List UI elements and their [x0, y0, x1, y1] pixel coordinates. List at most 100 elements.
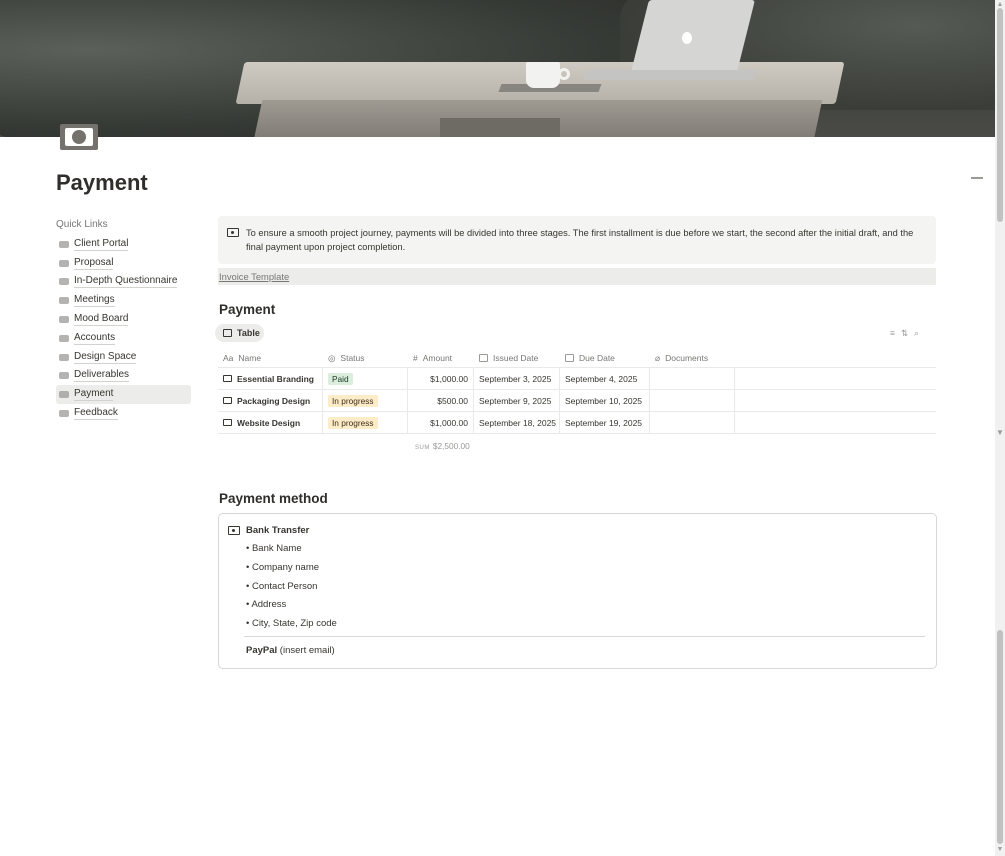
sidebar-item-questionnaire[interactable]: In-Depth Questionnaire	[56, 273, 191, 292]
paypal-label: PayPal	[246, 645, 278, 656]
row-documents[interactable]	[650, 368, 735, 389]
column-spacer	[735, 349, 936, 367]
row-issued-date[interactable]: September 18, 2025	[474, 412, 560, 433]
cover-laptop-base	[583, 70, 757, 80]
status-badge: Paid	[328, 372, 353, 385]
quick-links-heading: Quick Links	[56, 219, 108, 230]
link-icon	[58, 258, 70, 269]
row-status[interactable]: In progress	[323, 412, 408, 433]
row-issued-date[interactable]: September 3, 2025	[474, 368, 560, 389]
database-toolbar: ≡⇅⌕	[890, 328, 925, 339]
sum-label: SUM	[415, 445, 430, 451]
column-amount[interactable]: # Amount	[408, 349, 474, 367]
row-amount[interactable]: $500.00	[408, 390, 474, 411]
link-icon	[58, 333, 70, 344]
row-spacer	[735, 412, 936, 433]
row-documents[interactable]	[650, 412, 735, 433]
payment-method-heading: Payment method	[219, 491, 328, 506]
row-due-date[interactable]: September 4, 2025	[560, 368, 650, 389]
sidebar-item-mood-board[interactable]: Mood Board	[56, 310, 191, 329]
calendar-icon	[479, 354, 488, 362]
list-item: • Bank Name	[246, 543, 302, 554]
row-status[interactable]: Paid	[323, 368, 408, 389]
row-due-date[interactable]: September 10, 2025	[560, 390, 650, 411]
row-spacer	[735, 390, 936, 411]
row-name[interactable]: Packaging Design	[218, 390, 323, 411]
status-badge: In progress	[328, 416, 378, 429]
row-name[interactable]: Website Design	[218, 412, 323, 433]
cover-table-leg	[440, 118, 560, 137]
sidebar-item-meetings[interactable]: Meetings	[56, 291, 191, 310]
cover-cup-handle	[558, 68, 570, 80]
paypal-line: PayPal (insert email)	[246, 645, 335, 656]
column-status[interactable]: ◎ Status	[323, 349, 408, 367]
row-spacer	[735, 368, 936, 389]
money-icon	[227, 228, 239, 237]
column-issued-date[interactable]: Issued Date	[474, 349, 560, 367]
money-icon[interactable]	[60, 124, 98, 150]
bank-transfer-title: Bank Transfer	[246, 525, 310, 536]
link-icon	[58, 352, 70, 363]
scrollbar-thumb[interactable]	[997, 8, 1003, 222]
link-icon	[58, 276, 70, 287]
divider	[244, 636, 925, 637]
table-row[interactable]: Essential Branding Paid $1,000.00 Septem…	[218, 368, 936, 390]
row-documents[interactable]	[650, 390, 735, 411]
sort-icon[interactable]: ⇅	[901, 328, 914, 338]
cover-image	[0, 0, 995, 137]
sum-value: $2,500.00	[432, 441, 470, 451]
list-item: • Contact Person	[246, 580, 318, 592]
filter-icon[interactable]: ≡	[890, 328, 901, 338]
scroll-up-arrow-icon[interactable]: ▲	[996, 1, 1004, 8]
list-item: • Company name	[246, 561, 320, 573]
scrollbar-thumb-lower[interactable]	[997, 630, 1003, 844]
row-amount[interactable]: $1,000.00	[408, 412, 474, 433]
list-item: • City, State, Zip code	[246, 618, 337, 630]
callout: To ensure a smooth project journey, paym…	[218, 216, 936, 264]
row-name[interactable]: Essential Branding	[218, 368, 323, 389]
column-due-date[interactable]: Due Date	[560, 349, 650, 367]
link-icon	[58, 295, 70, 306]
sidebar-item-accounts[interactable]: Accounts	[56, 329, 191, 348]
amount-sum[interactable]: SUM $2,500.00	[415, 441, 470, 451]
row-status[interactable]: In progress	[323, 390, 408, 411]
payment-heading: Payment	[219, 302, 276, 317]
column-documents[interactable]: ⌀ Documents	[650, 349, 735, 367]
sidebar-item-client-portal[interactable]: Client Portal	[56, 235, 191, 254]
row-amount[interactable]: $1,000.00	[408, 368, 474, 389]
paypal-note: (insert email)	[277, 645, 335, 656]
sidebar-item-payment[interactable]: Payment	[56, 385, 191, 405]
table-of-contents-indicator[interactable]	[971, 177, 983, 179]
link-icon	[58, 239, 70, 250]
sidebar-item-feedback[interactable]: Feedback	[56, 404, 191, 423]
cover-laptop	[631, 0, 755, 72]
row-issued-date[interactable]: September 9, 2025	[474, 390, 560, 411]
paperclip-icon: ⌀	[655, 352, 661, 363]
invoice-template-label[interactable]: Invoice Template	[219, 271, 289, 282]
money-icon	[223, 419, 232, 426]
callout-text: To ensure a smooth project journey, paym…	[246, 228, 914, 252]
chevron-down-icon: ▼	[996, 428, 1004, 437]
scroll-down-arrow-icon[interactable]: ▼	[996, 846, 1004, 853]
table-row[interactable]: Packaging Design In progress $500.00 Sep…	[218, 390, 936, 412]
link-icon	[58, 389, 70, 400]
payment-method-callout: Bank Transfer • Bank Name • Company name…	[218, 513, 937, 669]
row-due-date[interactable]: September 19, 2025	[560, 412, 650, 433]
sidebar-item-design-space[interactable]: Design Space	[56, 348, 191, 367]
money-icon	[228, 526, 240, 535]
column-name[interactable]: Aa Name	[218, 349, 323, 367]
table-row[interactable]: Website Design In progress $1,000.00 Sep…	[218, 412, 936, 434]
quick-links: Quick Links Client Portal Proposal In-De…	[56, 217, 191, 423]
table-header: Aa Name ◎ Status # Amount Issued Date Due D…	[218, 349, 936, 368]
table-icon	[223, 329, 232, 337]
sidebar-item-deliverables[interactable]: Deliverables	[56, 367, 191, 386]
link-icon	[58, 314, 70, 325]
tab-table-view[interactable]: Table	[215, 324, 264, 342]
link-icon	[58, 408, 70, 419]
cover-cup	[526, 62, 560, 88]
invoice-template-link[interactable]: Invoice Template	[218, 268, 936, 285]
sidebar-item-proposal[interactable]: Proposal	[56, 254, 191, 273]
text-property-icon: Aa	[223, 353, 234, 363]
list-item: • Address	[246, 599, 287, 611]
search-icon[interactable]: ⌕	[914, 328, 925, 338]
